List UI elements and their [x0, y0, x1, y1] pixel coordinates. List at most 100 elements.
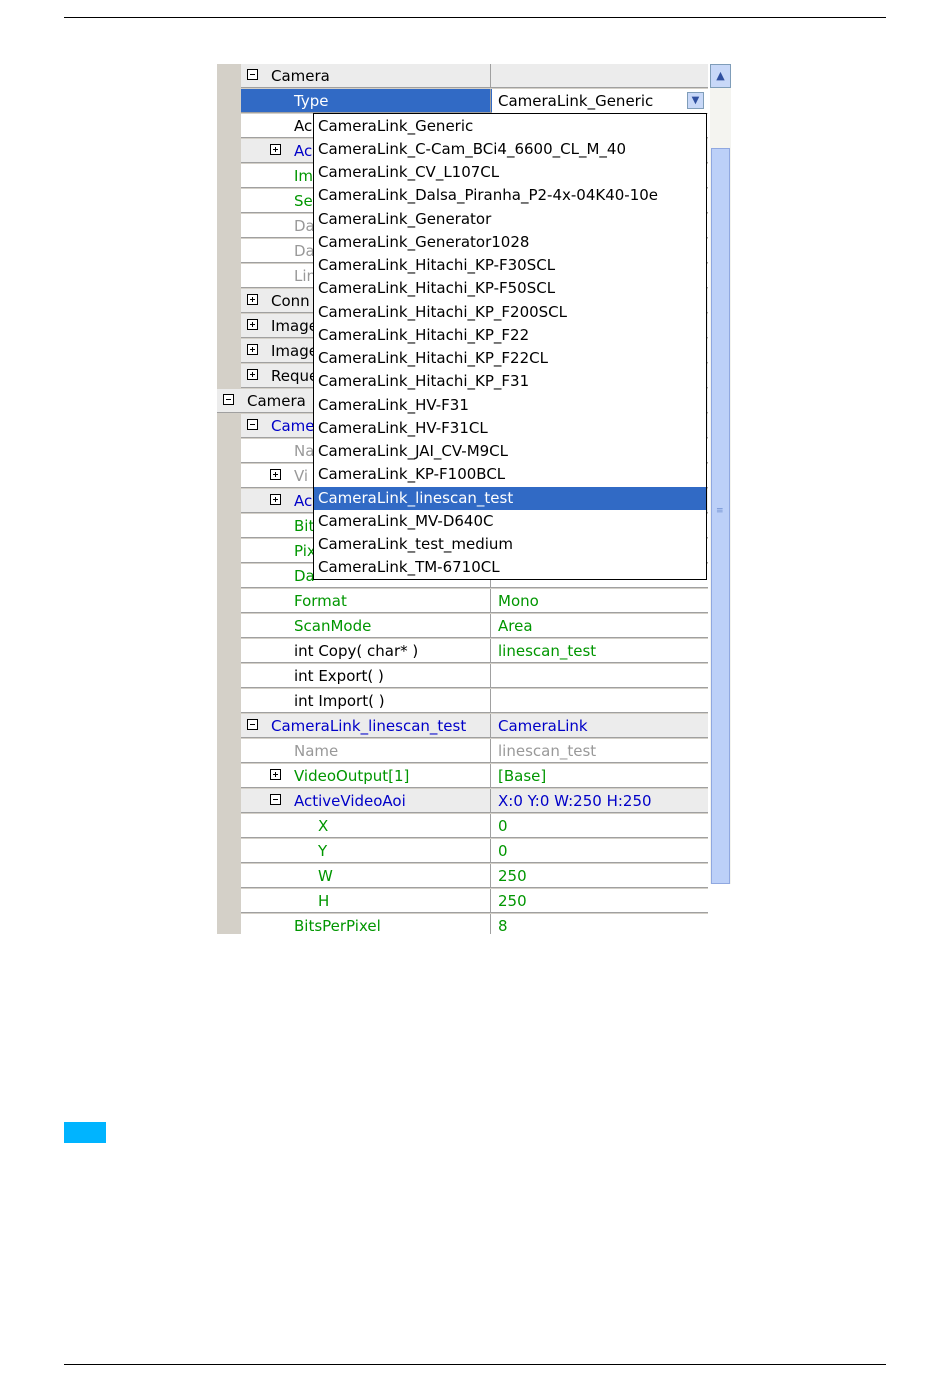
dropdown-option[interactable]: CameraLink_Dalsa_Piranha_P2-4x-04K40-10e [314, 184, 706, 207]
row-value: linescan_test [498, 742, 597, 760]
grid-row-h[interactable]: H 250 [241, 889, 708, 913]
dropdown-option[interactable]: CameraLink_test_medium [314, 533, 706, 556]
dropdown-option[interactable]: CameraLink_KP-F100BCL [314, 463, 706, 486]
dropdown-option[interactable]: CameraLink_C-Cam_BCi4_6600_CL_M_40 [314, 138, 706, 161]
dropdown-option[interactable]: CameraLink_Hitachi_KP-F50SCL [314, 277, 706, 300]
dropdown-option[interactable]: CameraLink_Generic [314, 115, 706, 138]
grip-icon: ≡ [716, 506, 724, 516]
vertical-scrollbar[interactable]: ▲ ≡ [710, 64, 731, 884]
row-label: H [318, 892, 330, 910]
row-value: 0 [498, 842, 508, 860]
row-value: 8 [498, 917, 508, 934]
grid-row-type[interactable]: Type CameraLink_Generic ▼ [241, 89, 708, 113]
row-value: [Base] [498, 767, 547, 785]
row-label: Ac [294, 117, 313, 135]
row-label: VideoOutput[1] [294, 767, 410, 785]
collapse-icon[interactable] [223, 394, 234, 405]
grid-row-camera[interactable]: Camera [241, 64, 708, 88]
collapse-icon[interactable] [247, 69, 258, 80]
row-label: W [318, 867, 333, 885]
row-label: Image [271, 342, 318, 360]
expand-icon[interactable] [247, 344, 258, 355]
dropdown-option[interactable]: CameraLink_Hitachi_KP_F200SCL [314, 301, 706, 324]
dropdown-option[interactable]: CameraLink_CV_L107CL [314, 161, 706, 184]
dropdown-option[interactable]: CameraLink_JAI_CV-M9CL [314, 440, 706, 463]
grid-row-import[interactable]: int Import( ) [241, 689, 708, 713]
grid-row-w[interactable]: W 250 [241, 864, 708, 888]
grid-row-y[interactable]: Y 0 [241, 839, 708, 863]
row-label: Im [294, 167, 314, 185]
dropdown-option[interactable]: CameraLink_Generator1028 [314, 231, 706, 254]
row-value: Area [498, 617, 533, 635]
expand-icon[interactable] [247, 369, 258, 380]
row-label: Conn [271, 292, 310, 310]
dropdown-option[interactable]: CameraLink_TM-6710CL [314, 556, 706, 579]
row-label: Camera [247, 392, 306, 410]
row-label: Se [294, 192, 313, 210]
grid-row-videooutput[interactable]: VideoOutput[1] [Base] [241, 764, 708, 788]
top-rule [64, 17, 886, 18]
expand-icon[interactable] [270, 144, 281, 155]
expand-icon[interactable] [270, 494, 281, 505]
row-label: Type [294, 92, 329, 110]
row-label: int Import( ) [294, 692, 385, 710]
type-combo[interactable]: CameraLink_Generic ▼ [492, 89, 708, 113]
row-value: 0 [498, 817, 508, 835]
grid-row-format[interactable]: Format Mono [241, 589, 708, 613]
dropdown-option[interactable]: CameraLink_HV-F31 [314, 394, 706, 417]
section-marker [64, 1122, 106, 1143]
row-label: CameraLink_linescan_test [271, 717, 467, 735]
chevron-up-icon[interactable]: ▲ [710, 64, 731, 88]
dropdown-option-selected[interactable]: CameraLink_linescan_test [314, 487, 706, 510]
row-label: ActiveVideoAoi [294, 792, 406, 810]
row-label: Da [294, 567, 315, 585]
expand-icon[interactable] [247, 319, 258, 330]
row-value: linescan_test [498, 642, 597, 660]
row-label: int Export( ) [294, 667, 384, 685]
dropdown-option[interactable]: CameraLink_HV-F31CL [314, 417, 706, 440]
grid-row-x[interactable]: X 0 [241, 814, 708, 838]
grid-row-copy[interactable]: int Copy( char* ) linescan_test [241, 639, 708, 663]
grid-row-name[interactable]: Name linescan_test [241, 739, 708, 763]
collapse-icon[interactable] [270, 794, 281, 805]
row-label: Vi [294, 467, 309, 485]
row-label: Ac [294, 492, 313, 510]
dropdown-option[interactable]: CameraLink_MV-D640C [314, 510, 706, 533]
grid-row-activevideoaoi[interactable]: ActiveVideoAoi X:0 Y:0 W:250 H:250 [241, 789, 708, 813]
expand-icon[interactable] [270, 769, 281, 780]
row-label: ScanMode [294, 617, 372, 635]
row-label: Format [294, 592, 347, 610]
row-label: Ac [294, 142, 313, 160]
row-label: Name [294, 742, 339, 760]
row-label: Came [271, 417, 315, 435]
row-label: int Copy( char* ) [294, 642, 419, 660]
row-label: BitsPerPixel [294, 917, 381, 934]
grid-row-scanmode[interactable]: ScanMode Area [241, 614, 708, 638]
expand-icon[interactable] [270, 469, 281, 480]
dropdown-option[interactable]: CameraLink_Hitachi_KP_F22 [314, 324, 706, 347]
row-label: Da [294, 242, 315, 260]
scrollbar-thumb[interactable]: ≡ [711, 148, 730, 884]
collapse-icon[interactable] [247, 419, 258, 430]
bottom-rule [64, 1364, 886, 1365]
chevron-down-icon[interactable]: ▼ [687, 92, 704, 109]
row-label: Na [294, 442, 315, 460]
row-value: X:0 Y:0 W:250 H:250 [498, 792, 652, 810]
dropdown-option[interactable]: CameraLink_Hitachi_KP_F31 [314, 370, 706, 393]
row-value: CameraLink [498, 717, 588, 735]
dropdown-option[interactable]: CameraLink_Hitachi_KP_F22CL [314, 347, 706, 370]
row-label: Camera [271, 67, 330, 85]
grid-row-export[interactable]: int Export( ) [241, 664, 708, 688]
camera-type-dropdown[interactable]: CameraLink_Generic CameraLink_C-Cam_BCi4… [313, 113, 707, 580]
dropdown-option[interactable]: CameraLink_Hitachi_KP-F30SCL [314, 254, 706, 277]
row-label: Da [294, 217, 315, 235]
dropdown-option[interactable]: CameraLink_Generator [314, 208, 706, 231]
row-label: Reque [271, 367, 319, 385]
collapse-icon[interactable] [247, 719, 258, 730]
grid-row-camera-device[interactable]: CameraLink_linescan_test CameraLink [241, 714, 708, 738]
row-value: Mono [498, 592, 539, 610]
row-label: X [318, 817, 329, 835]
expand-icon[interactable] [247, 294, 258, 305]
grid-row-bitsperpixel[interactable]: BitsPerPixel 8 [241, 914, 708, 934]
type-combo-value: CameraLink_Generic [498, 92, 654, 110]
